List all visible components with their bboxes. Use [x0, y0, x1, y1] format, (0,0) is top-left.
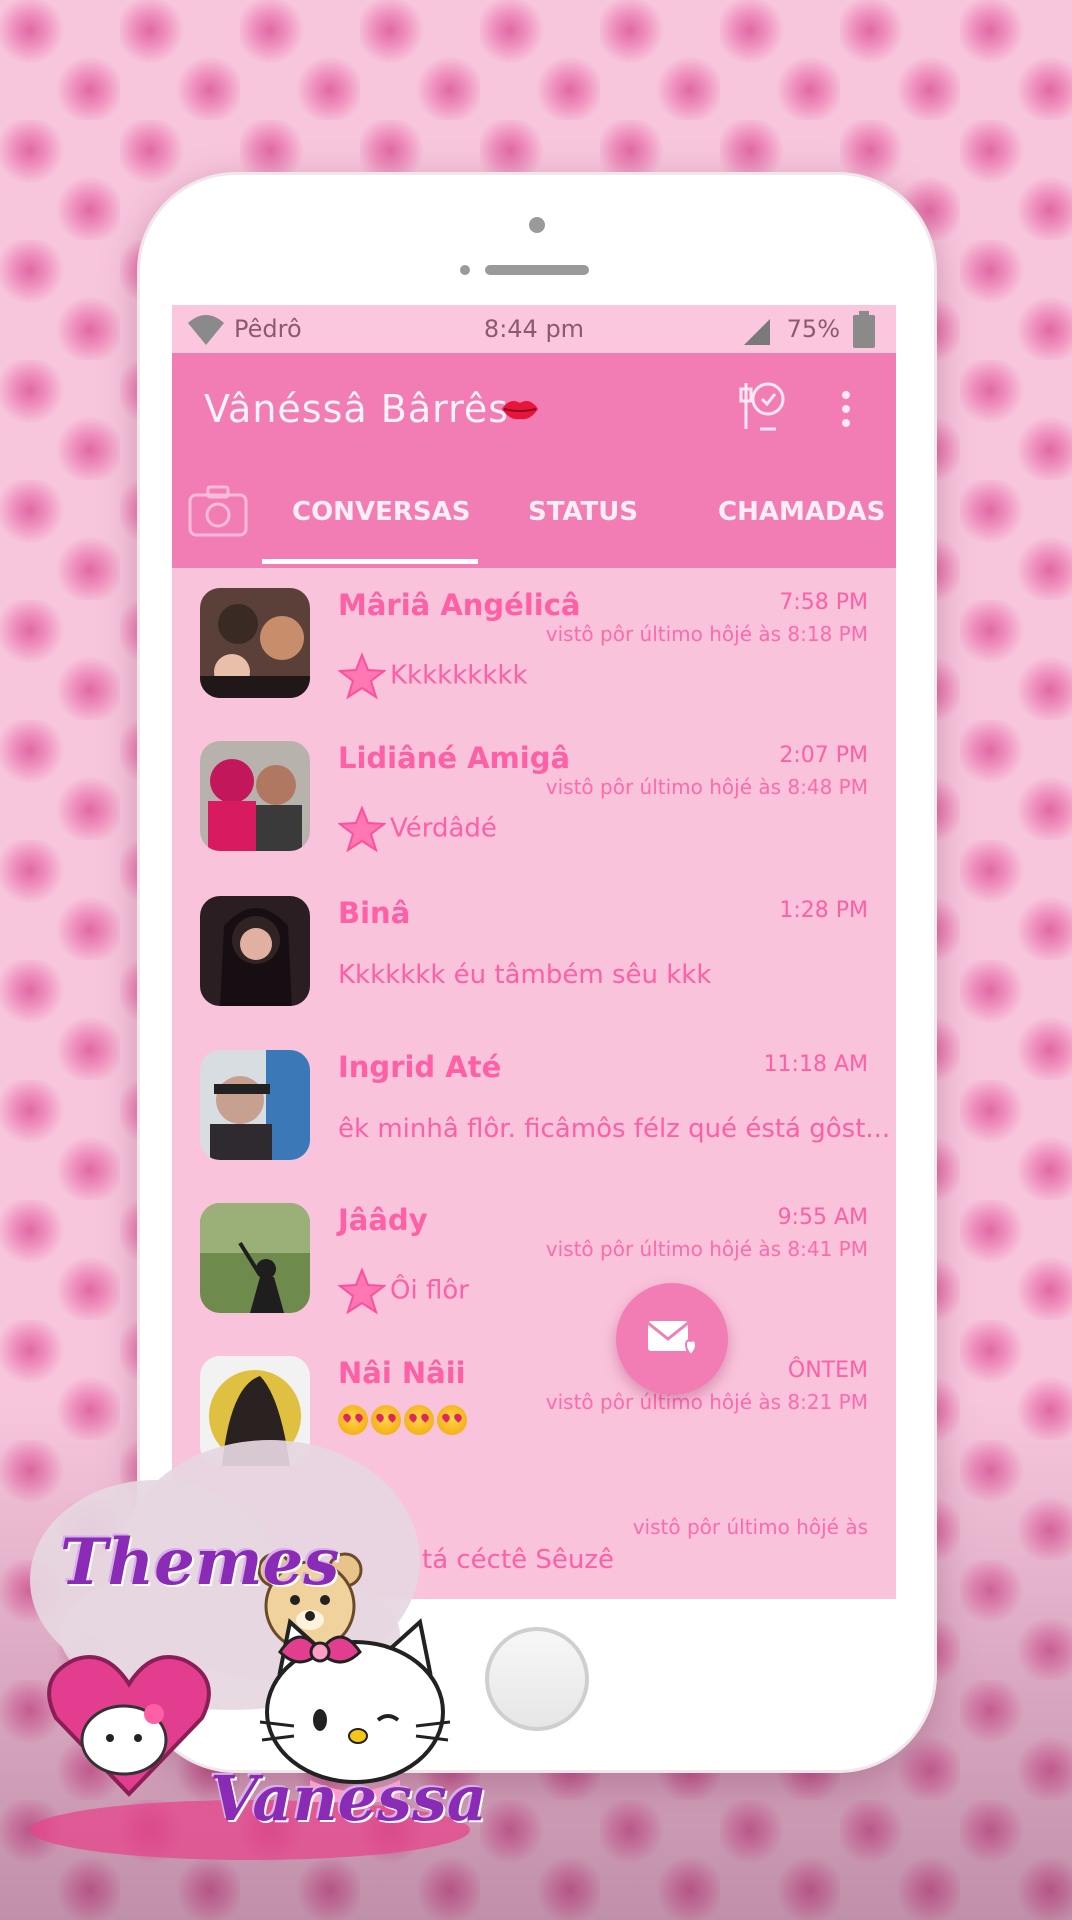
earpiece-speaker: [485, 265, 589, 275]
sticker-subtitle: Vanessa: [210, 1762, 488, 1835]
heart-eyes-emoji-icon: [437, 1404, 467, 1435]
home-button[interactable]: [485, 1627, 589, 1731]
chat-time: 1:28 PM: [779, 898, 868, 923]
last-message-text: Kkkkkkk éu tâmbém sêu kkk: [338, 960, 712, 990]
chat-name: Ingrid Até: [338, 1050, 502, 1084]
star-icon: [338, 805, 386, 853]
avatar[interactable]: [200, 1203, 310, 1313]
last-message: Kkkkkkk éu tâmbém sêu kkk: [338, 960, 711, 990]
last-message: Ôi flôr: [338, 1267, 469, 1315]
chat-row[interactable]: Ingrid Até 11:18 AM êk minhâ flôr. ficâm…: [172, 1030, 896, 1180]
avatar[interactable]: [200, 896, 310, 1006]
camera-icon[interactable]: [186, 483, 250, 539]
heart-eyes-emoji-icon: [371, 1404, 401, 1435]
chat-row[interactable]: Jââdy 9:55 AM vistô pôr último hôjé às 8…: [172, 1183, 896, 1333]
proximity-sensor: [460, 265, 470, 275]
last-message: êk minhâ flôr. ficâmôs félz qué éstá gôs…: [338, 1114, 890, 1144]
chat-name: Nâi Nâii: [338, 1356, 466, 1390]
star-icon: [338, 1267, 386, 1315]
message-icon: [647, 1321, 698, 1357]
more-options-icon[interactable]: [840, 389, 852, 429]
lips-icon: [502, 401, 538, 420]
emoji-message: [338, 1404, 470, 1435]
last-message: tá céctê Sêuzê: [422, 1545, 614, 1575]
last-message-text: Vérdâdé: [390, 813, 497, 844]
last-seen-text: vistô pôr último hôjé às 8:41 PM: [545, 1237, 868, 1261]
last-seen-text: vistô pôr último hôjé às: [632, 1515, 868, 1539]
sticker-title: Themes: [60, 1525, 340, 1600]
last-message: Vérdâdé: [338, 805, 497, 853]
last-seen-text: vistô pôr último hôjé às 8:18 PM: [545, 622, 868, 646]
last-message: Kkkkkkkkk: [338, 652, 528, 700]
chat-row[interactable]: Mâriâ Angélicâ 7:58 PM vistô pôr último …: [172, 568, 896, 718]
avatar[interactable]: [200, 741, 310, 851]
chat-name: Lidiâné Amigâ: [338, 741, 571, 775]
avatar[interactable]: [200, 1050, 310, 1160]
battery-icon: [853, 311, 875, 348]
heart-eyes-emoji-icon: [338, 1404, 368, 1435]
last-seen-text: vistô pôr último hôjé às 8:48 PM: [545, 775, 868, 799]
chat-row[interactable]: Lidiâné Amigâ 2:07 PM vistô pôr último h…: [172, 721, 896, 871]
new-message-button[interactable]: [616, 1283, 728, 1395]
chat-row[interactable]: Binâ 1:28 PM Kkkkkkk éu tâmbém sêu kkk: [172, 876, 896, 1026]
filter-icon[interactable]: [738, 379, 788, 435]
chat-name: Mâriâ Angélicâ: [338, 588, 581, 622]
avatar[interactable]: [200, 588, 310, 698]
tab-chamadas[interactable]: CHAMADAS: [718, 497, 885, 527]
last-message-text: Ôi flôr: [390, 1275, 469, 1306]
chat-time: 2:07 PM: [779, 743, 868, 768]
chat-time: ÔNTEM: [787, 1358, 868, 1383]
status-bar: Pêdrô 8:44 pm 75%: [172, 305, 896, 353]
last-message-text: êk minhâ flôr. ficâmôs félz qué éstá gôs…: [338, 1114, 891, 1144]
chat-time: 7:58 PM: [779, 590, 868, 615]
front-camera: [529, 217, 545, 233]
chat-time: 9:55 AM: [777, 1205, 868, 1230]
app-bar: Vânéssâ Bârrês CONVERSAS STATUS CHAMADAS: [172, 353, 896, 568]
chat-name: Binâ: [338, 896, 411, 930]
heart-eyes-emoji-icon: [404, 1404, 434, 1435]
phone-screen: Pêdrô 8:44 pm 75% Vânéssâ Bârrês CONVERS…: [172, 305, 896, 1599]
tab-status[interactable]: STATUS: [528, 497, 638, 527]
chat-time: 11:18 AM: [763, 1052, 868, 1077]
battery-percent: 75%: [786, 315, 840, 343]
chat-name: Jââdy: [338, 1203, 428, 1237]
last-message-text: Kkkkkkkkk: [390, 660, 528, 691]
signal-icon: [744, 319, 770, 345]
last-message-text: tá céctê Sêuzê: [422, 1545, 615, 1575]
last-seen-text: vistô pôr último hôjé às 8:21 PM: [545, 1390, 868, 1414]
tab-conversas[interactable]: CONVERSAS: [292, 497, 470, 527]
active-tab-indicator: [262, 559, 478, 564]
heart-icon: [47, 1655, 211, 1797]
app-title: Vânéssâ Bârrês: [204, 387, 510, 431]
star-icon: [338, 652, 386, 700]
